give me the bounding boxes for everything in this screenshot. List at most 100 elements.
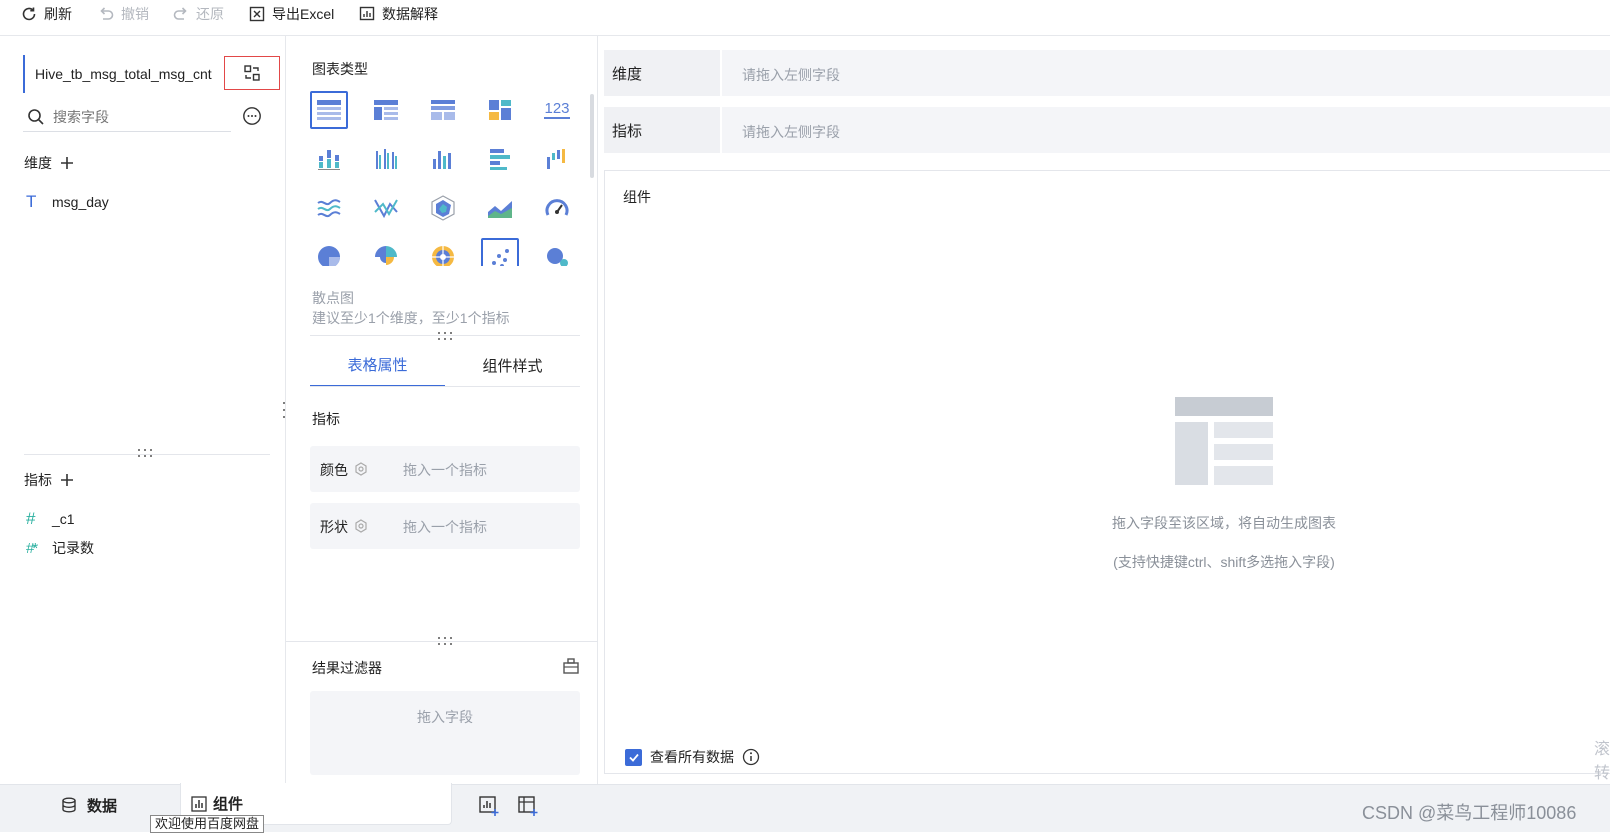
- field-search-input[interactable]: [53, 108, 213, 125]
- area-chart-icon: [488, 201, 512, 218]
- chart-type-multi-pie[interactable]: [424, 238, 462, 266]
- resize-handle-horizontal[interactable]: [136, 447, 154, 459]
- pie-chart-icon: [318, 246, 340, 266]
- edge-clipped-text: 滚转: [1594, 741, 1610, 782]
- data-explain-label: 数据解释: [382, 6, 438, 22]
- export-excel-label: 导出Excel: [272, 6, 335, 22]
- dimension-field-item[interactable]: T msg_day: [26, 192, 109, 212]
- add-dimension-icon[interactable]: [60, 156, 74, 170]
- chart-type-kpi-card[interactable]: [481, 91, 519, 129]
- polyline-chart-icon: [374, 199, 398, 219]
- undo-label: 撤销: [121, 6, 149, 22]
- chart-type-waterfall[interactable]: [538, 140, 576, 178]
- result-filter-drop-zone[interactable]: 拖入字段: [310, 691, 580, 775]
- grouped-table-icon: [374, 100, 398, 120]
- empty-state-hint: 拖入字段至该区域，将自动生成图表: [1112, 515, 1336, 531]
- export-excel-button[interactable]: 导出Excel: [248, 3, 334, 25]
- settings-icon[interactable]: [354, 519, 368, 533]
- data-explain-button[interactable]: 数据解释: [358, 3, 438, 25]
- tab-component-style[interactable]: 组件样式: [445, 343, 580, 387]
- chart-type-rose-pie[interactable]: [367, 238, 405, 266]
- component-tab-label: 组件: [213, 796, 244, 813]
- empty-state-sub-hint: (支持快捷键ctrl、shift多选拖入字段): [1113, 554, 1335, 570]
- metric-row-label-text: 指标: [612, 122, 643, 140]
- dataset-selector[interactable]: Hive_tb_msg_total_msg_cnt: [23, 55, 223, 93]
- chart-type-title: 图表类型: [312, 61, 368, 77]
- chart-type-radar[interactable]: [424, 189, 462, 227]
- metric-field-item[interactable]: #* 记录数: [26, 538, 94, 558]
- number-indicator-icon: 123: [544, 100, 570, 119]
- chart-type-stacked-column[interactable]: [310, 140, 348, 178]
- metric-section-title: 指标: [24, 472, 52, 488]
- settings-icon[interactable]: [354, 462, 368, 476]
- redo-button[interactable]: 还原: [172, 3, 224, 25]
- chart-type-bar[interactable]: [481, 140, 519, 178]
- chart-type-column[interactable]: [424, 140, 462, 178]
- refresh-button[interactable]: 刷新: [20, 3, 72, 25]
- resize-handle-horizontal[interactable]: [436, 330, 454, 342]
- field-search[interactable]: [23, 102, 231, 132]
- dimension-drop-placeholder: 请拖入左侧字段: [742, 67, 840, 83]
- chart-type-grouped-table[interactable]: [367, 91, 405, 129]
- shape-drop-zone[interactable]: 形状 拖入一个指标: [310, 503, 580, 549]
- shape-placeholder: 拖入一个指标: [403, 519, 487, 535]
- text-type-icon: T: [26, 192, 37, 211]
- dimension-section-title: 维度: [24, 155, 52, 171]
- chart-type-bubble[interactable]: [538, 238, 576, 266]
- bar-chart-icon: [490, 149, 510, 170]
- section-divider: [286, 641, 598, 642]
- view-all-checkbox[interactable]: [625, 748, 642, 766]
- checkmark-icon: [628, 753, 639, 762]
- chart-type-area[interactable]: [481, 189, 519, 227]
- chart-type-line[interactable]: [310, 189, 348, 227]
- undo-button[interactable]: 撤销: [97, 3, 149, 25]
- dimension-drop-row[interactable]: 维度 请拖入左侧字段: [604, 50, 1610, 96]
- color-drop-zone[interactable]: 颜色 拖入一个指标: [310, 446, 580, 492]
- selected-chart-hint: 建议至少1个维度，至少1个指标: [312, 310, 510, 326]
- add-chart-component-icon[interactable]: [478, 795, 500, 817]
- empty-table-illustration: [1175, 397, 1273, 485]
- add-table-component-icon[interactable]: [517, 795, 539, 817]
- add-metric-icon[interactable]: [60, 473, 74, 487]
- switch-dataset-button[interactable]: [224, 56, 280, 90]
- chart-type-grouped-column[interactable]: [367, 140, 405, 178]
- dimension-row-label: 维度: [604, 50, 722, 96]
- chart-type-scrollbar[interactable]: [590, 94, 594, 178]
- column-chart-icon: [433, 151, 451, 169]
- dimension-row-label-text: 维度: [612, 65, 643, 83]
- metric-config-title: 指标: [312, 411, 340, 427]
- tab-divider: [310, 386, 580, 387]
- more-options-button[interactable]: [242, 106, 262, 126]
- metric-drop-row[interactable]: 指标 请拖入左侧字段: [604, 107, 1610, 153]
- csdn-watermark: CSDN @菜鸟工程师10086: [1362, 803, 1577, 823]
- chart-type-indicator-number[interactable]: 123: [538, 91, 576, 129]
- redo-label: 还原: [196, 6, 224, 22]
- view-all-data-option[interactable]: 查看所有数据: [625, 747, 760, 767]
- metric-field-name: 记录数: [52, 540, 94, 556]
- color-label: 颜色: [320, 462, 348, 478]
- tab-table-properties[interactable]: 表格属性: [310, 343, 445, 387]
- view-all-label: 查看所有数据: [650, 749, 734, 765]
- refresh-label: 刷新: [44, 6, 72, 22]
- rose-pie-icon: [375, 246, 397, 265]
- chart-type-gauge[interactable]: [538, 189, 576, 227]
- chart-type-pie[interactable]: [310, 238, 348, 266]
- chart-type-polyline[interactable]: [367, 189, 405, 227]
- filter-settings-icon[interactable]: [562, 657, 580, 675]
- field-panel: Hive_tb_msg_total_msg_cnt 维度 T msg_day 指…: [6, 36, 286, 784]
- result-filter-placeholder: 拖入字段: [417, 709, 473, 725]
- selected-chart-name: 散点图: [312, 290, 354, 306]
- table-chart-icon: [317, 100, 341, 120]
- chart-type-cross-table[interactable]: [424, 91, 462, 129]
- stacked-column-icon: [318, 150, 340, 170]
- metric-field-item[interactable]: # _c1: [26, 509, 75, 529]
- chart-type-table[interactable]: [310, 91, 348, 129]
- excel-icon: [249, 6, 265, 22]
- database-icon: [62, 797, 76, 813]
- component-title: 组件: [623, 189, 651, 205]
- component-canvas[interactable]: [604, 170, 1610, 774]
- metric-section-header: 指标: [24, 470, 74, 490]
- tab-component-style-label: 组件样式: [482, 357, 543, 375]
- chart-type-scatter[interactable]: [481, 238, 519, 266]
- info-icon[interactable]: [742, 748, 760, 766]
